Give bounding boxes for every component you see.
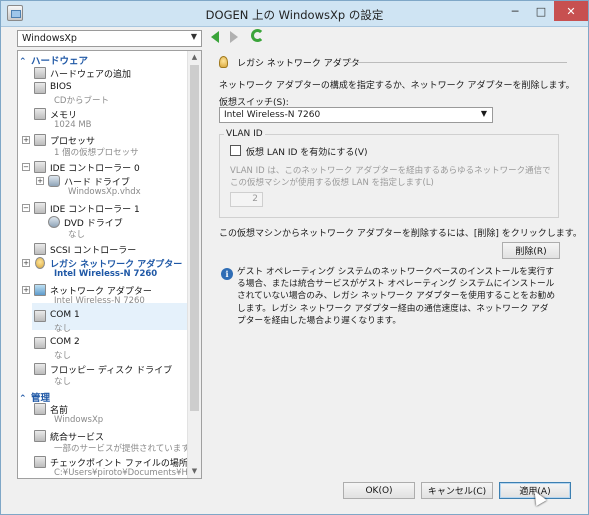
legacy-adapter-icon (35, 257, 45, 269)
tree-item-sub: C:¥Users¥piroto¥Documents¥H (54, 468, 188, 478)
floppy-icon (34, 363, 46, 375)
vswitch-value: Intel Wireless-N 7260 (224, 110, 321, 120)
title-bar: DOGEN 上の WindowsXp の設定 ─ □ ✕ (1, 1, 588, 27)
tree-item-sub: 一部のサービスが提供されています (54, 444, 190, 454)
tree-item-label: SCSI コントローラー (50, 246, 137, 256)
tree-item-label: IDE コントローラー 0 (50, 164, 140, 174)
hard-drive-icon (48, 175, 60, 187)
serial-port-icon (34, 310, 46, 322)
collapse-icon[interactable]: − (22, 204, 30, 212)
panel-description: ネットワーク アダプターの構成を指定するか、ネットワーク アダプターを削除します… (219, 81, 575, 91)
legacy-adapter-icon (219, 56, 228, 68)
adapter-settings-panel: レガシ ネットワーク アダプター ネットワーク アダプターの構成を指定するか、ネ… (207, 50, 582, 479)
tree-item-sub: WindowsXp (54, 415, 104, 425)
tree-item-sub: WindowsXp.vhdx (68, 187, 141, 197)
collapse-icon[interactable]: − (22, 163, 30, 171)
nav-toolbar (207, 29, 577, 47)
processor-icon (34, 134, 46, 146)
controller-icon (34, 161, 46, 173)
settings-window: DOGEN 上の WindowsXp の設定 ─ □ ✕ WindowsXp ▼… (0, 0, 589, 515)
divider (345, 62, 567, 63)
scroll-down-icon[interactable]: ▼ (188, 465, 201, 478)
tree-item-sub: なし (54, 351, 72, 361)
chevron-down-icon: ▼ (480, 109, 487, 118)
expand-icon[interactable]: + (36, 177, 44, 185)
expand-icon[interactable]: + (22, 259, 30, 267)
controller-icon (34, 202, 46, 214)
settings-tree: ⌃ ハードウェア ハードウェアの追加 BIOS CDからブート メモリ 1024 … (17, 50, 202, 479)
maximize-button[interactable]: □ (528, 1, 554, 21)
tree-item-sub: Intel Wireless-N 7260 (54, 269, 158, 279)
collapse-icon: ⌃ (19, 394, 27, 404)
tree-item-label: BIOS (50, 82, 72, 92)
scroll-thumb[interactable] (190, 65, 199, 411)
tree-header-management[interactable]: ⌃ 管理 (19, 390, 187, 404)
refresh-icon[interactable] (251, 29, 264, 42)
cancel-button[interactable]: キャンセル(C) (421, 482, 493, 499)
panel-header: レガシ ネットワーク アダプター (215, 54, 573, 70)
dvd-icon (48, 216, 60, 228)
info-text: ゲスト オペレーティング システムのネットワークベースのインストールを実行する場… (237, 267, 556, 326)
tree-item-label: COM 2 (50, 337, 80, 347)
tree-item-sub: なし (68, 230, 86, 240)
tree-item-label: ハードウェアの追加 (50, 70, 132, 80)
forward-arrow-icon[interactable] (230, 31, 238, 43)
vlan-group-title: VLAN ID (224, 129, 265, 139)
add-hardware-icon (34, 67, 46, 79)
info-icon: i (221, 268, 233, 280)
tree-item-label: COM 1 (50, 310, 80, 320)
remove-note: この仮想マシンからネットワーク アダプターを削除するには、[削除] をクリックし… (219, 229, 582, 239)
tree-item-sub: CDからブート (54, 96, 109, 106)
expand-icon[interactable]: + (22, 136, 30, 144)
collapse-icon: ⌃ (19, 57, 27, 67)
checkpoint-icon (34, 456, 46, 468)
scsi-icon (34, 243, 46, 255)
ok-button[interactable]: OK(O) (343, 482, 415, 499)
tree-item-sub: なし (54, 324, 72, 334)
vlan-id-input[interactable]: 2 (230, 192, 263, 207)
vm-selector-value: WindowsXp (22, 33, 77, 44)
integration-services-icon (34, 430, 46, 442)
chevron-down-icon: ▼ (190, 32, 197, 41)
name-icon (34, 403, 46, 415)
tree-item-sub: Intel Wireless-N 7260 (54, 296, 145, 306)
scroll-up-icon[interactable]: ▲ (188, 51, 201, 64)
vlan-group: VLAN ID 仮想 LAN ID を有効にする(V) VLAN ID は、この… (219, 129, 559, 218)
vlan-enable-label[interactable]: 仮想 LAN ID を有効にする(V) (246, 145, 368, 158)
tree-item-sub: なし (54, 377, 72, 387)
tree-item-label: IDE コントローラー 1 (50, 205, 140, 215)
close-button[interactable]: ✕ (554, 1, 588, 21)
tree-item-sub: 1024 MB (54, 120, 92, 130)
vm-selector[interactable]: WindowsXp ▼ (17, 30, 202, 47)
network-adapter-icon (34, 284, 46, 296)
memory-icon (34, 108, 46, 120)
vlan-note: VLAN ID は、このネットワーク アダプターを経由するあらゆるネットワーク通… (230, 166, 551, 188)
tree-scrollbar[interactable]: ▲ ▼ (187, 51, 201, 478)
vswitch-select[interactable]: Intel Wireless-N 7260 ▼ (219, 107, 493, 123)
vlan-enable-checkbox[interactable] (230, 145, 241, 156)
chip-icon (34, 82, 46, 94)
minimize-button[interactable]: ─ (502, 1, 528, 21)
back-arrow-icon[interactable] (211, 31, 219, 43)
window-title: DOGEN 上の WindowsXp の設定 (205, 8, 384, 22)
tree-header-hardware[interactable]: ⌃ ハードウェア (19, 53, 187, 67)
expand-icon[interactable]: + (22, 286, 30, 294)
tree-item-sub: 1 個の仮想プロセッサ (54, 148, 139, 158)
remove-button[interactable]: 削除(R) (502, 242, 560, 259)
serial-port-icon (34, 337, 46, 349)
